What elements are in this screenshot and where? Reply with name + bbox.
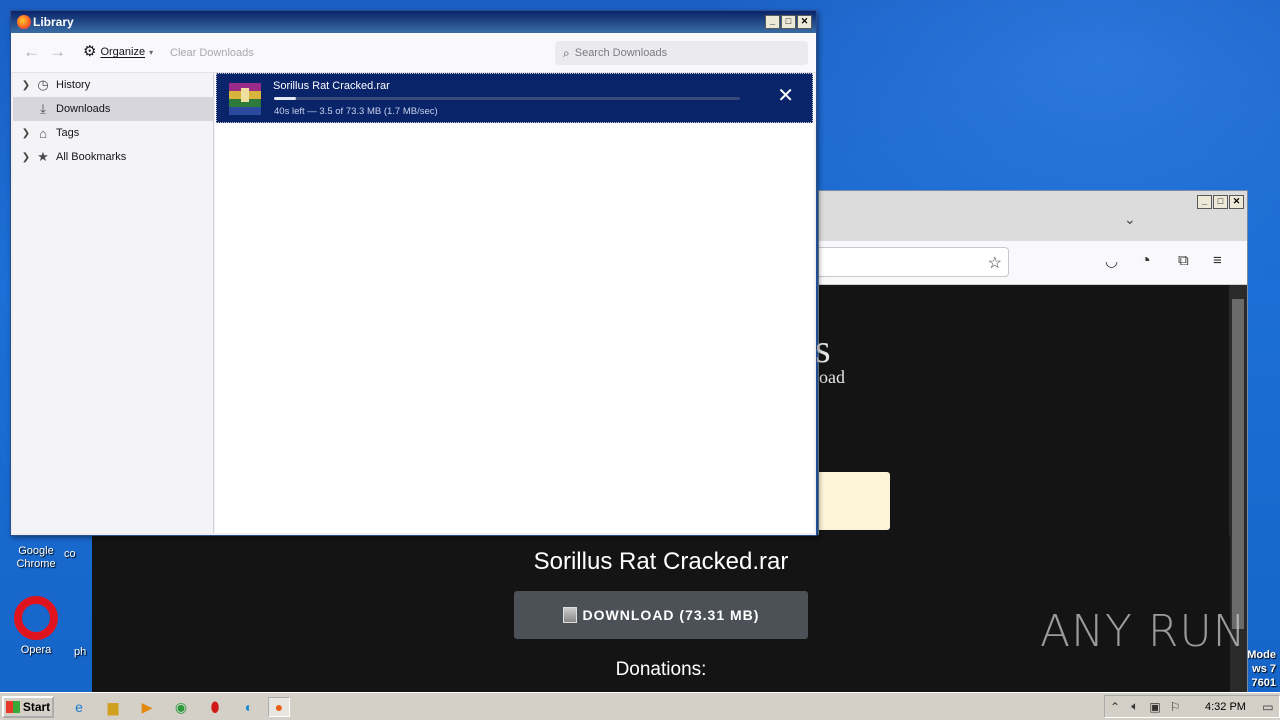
- clock-icon: ◷: [37, 77, 49, 92]
- back-arrow-icon[interactable]: ←: [23, 42, 40, 62]
- page-button-partial[interactable]: [819, 472, 890, 530]
- sidebar-item-label: All Bookmarks: [56, 151, 127, 163]
- desktop-icon-label: ph: [74, 646, 87, 658]
- chevron-down-icon: ▾: [149, 47, 154, 57]
- sidebar-item-label: History: [56, 79, 91, 91]
- start-label: Start: [22, 700, 51, 714]
- desktop-icon-label: Google Chrome: [16, 545, 56, 570]
- sidebar-item-label: Downloads: [56, 103, 111, 115]
- maximize-button[interactable]: □: [781, 15, 796, 29]
- gear-icon: ⚙: [83, 43, 97, 60]
- search-box[interactable]: ⌕: [555, 41, 808, 65]
- window-controls: _ □ ✕: [1197, 195, 1244, 209]
- folder-icon[interactable]: ▆: [102, 697, 124, 717]
- start-button[interactable]: Start: [2, 696, 54, 718]
- download-button[interactable]: DOWNLOAD (73.31 MB): [514, 591, 808, 639]
- organize-label: Organize: [100, 46, 146, 58]
- download-filename: Sorillus Rat Cracked.rar: [273, 80, 390, 92]
- desktop-icon-partial[interactable]: ph: [74, 646, 94, 659]
- expand-chevron-icon[interactable]: ❯: [18, 80, 34, 91]
- close-button[interactable]: ✕: [797, 15, 812, 29]
- sidebar-item-label: Tags: [56, 127, 80, 139]
- chevron-up-icon[interactable]: ⌃: [1105, 700, 1125, 714]
- close-button[interactable]: ✕: [1229, 195, 1244, 209]
- tag-icon: ⌂: [39, 125, 47, 141]
- library-body: ❯ ◷ History ⤓ Downloads ❯ ⌂ Tags ❯ ★ All…: [11, 73, 816, 535]
- library-window[interactable]: Library _ □ ✕ ← → ⚙ Organize ▾ Clear Dow…: [10, 10, 817, 536]
- taskbar: Start e ▆ ▶ ◉ ⬮ ◐ ● ⌃ 🔈︎ ▣ ⚐ 4:32 PM ▭: [0, 692, 1280, 720]
- organize-button[interactable]: ⚙ Organize ▾: [83, 43, 154, 60]
- sidebar-item-all-bookmarks[interactable]: ❯ ★ All Bookmarks: [13, 145, 213, 169]
- minimize-button[interactable]: _: [1197, 195, 1212, 209]
- opera-icon: [14, 596, 58, 640]
- anyrun-watermark: ANY RUN: [1040, 606, 1247, 657]
- clear-downloads-button[interactable]: Clear Downloads: [170, 47, 254, 59]
- download-progress-fill: [274, 97, 297, 100]
- firefox-toolbar: ☆ ◡ ◔ ⧉ ≡: [819, 241, 1247, 285]
- clock[interactable]: 4:32 PM: [1205, 701, 1246, 713]
- url-bar[interactable]: ☆: [819, 247, 1009, 277]
- sidebar-item-tags[interactable]: ❯ ⌂ Tags: [13, 121, 213, 145]
- download-icon: ⤓: [40, 101, 46, 116]
- pocket-icon[interactable]: ◡: [1105, 252, 1118, 270]
- download-button-label: DOWNLOAD (73.31 MB): [582, 607, 760, 623]
- expand-chevron-icon[interactable]: ❯: [18, 152, 34, 163]
- desktop-icon-chrome[interactable]: Google Chrome: [4, 545, 68, 571]
- chevron-down-icon[interactable]: ⌄: [1124, 211, 1136, 228]
- library-toolbar: ← → ⚙ Organize ▾ Clear Downloads ⌕: [11, 33, 816, 73]
- library-title: Library: [33, 15, 74, 29]
- library-sidebar: ❯ ◷ History ⤓ Downloads ❯ ⌂ Tags ❯ ★ All…: [13, 73, 214, 533]
- volume-icon[interactable]: 🔈︎: [1125, 699, 1145, 714]
- sidebar-item-downloads[interactable]: ⤓ Downloads: [13, 97, 213, 121]
- cancel-download-button[interactable]: ✕: [777, 86, 794, 106]
- forward-arrow-icon[interactable]: →: [49, 42, 66, 62]
- desktop-icon-label: Opera: [20, 644, 52, 656]
- downloads-list: Sorillus Rat Cracked.rar 40s left — 3.5 …: [215, 73, 814, 533]
- page-filename: Sorillus Rat Cracked.rar: [533, 548, 789, 575]
- star-icon: ★: [37, 149, 49, 164]
- page-heading-partial: s: [815, 326, 831, 371]
- flag-icon[interactable]: ⚐: [1165, 700, 1185, 714]
- search-input[interactable]: [574, 47, 795, 59]
- extensions-icon[interactable]: ⧉: [1178, 252, 1189, 269]
- download-progress-bar: [274, 97, 740, 100]
- menu-icon[interactable]: ≡: [1213, 252, 1222, 269]
- network-icon[interactable]: ▣: [1145, 700, 1165, 714]
- maximize-button[interactable]: □: [1213, 195, 1228, 209]
- chrome-icon[interactable]: ◉: [170, 697, 192, 717]
- internet-explorer-icon[interactable]: e: [68, 697, 90, 717]
- file-icon: [562, 607, 577, 623]
- download-status: 40s left — 3.5 of 73.3 MB (1.7 MB/sec): [274, 106, 438, 117]
- windows-logo-icon: [5, 701, 20, 713]
- media-player-icon[interactable]: ▶: [136, 697, 158, 717]
- system-tray: ⌃ 🔈︎ ▣ ⚐ 4:32 PM ▭: [1104, 695, 1280, 718]
- firefox-titlebar[interactable]: ⌄ _ □ ✕: [819, 191, 1247, 241]
- expand-chevron-icon[interactable]: ❯: [18, 128, 34, 139]
- minimize-button[interactable]: _: [765, 15, 780, 29]
- sidebar-item-history[interactable]: ❯ ◷ History: [13, 73, 213, 97]
- firefox-logo-icon: [17, 15, 31, 29]
- download-item[interactable]: Sorillus Rat Cracked.rar 40s left — 3.5 …: [216, 73, 813, 123]
- page-subheading-partial: oad: [819, 367, 845, 387]
- show-desktop-icon[interactable]: ▭: [1258, 700, 1278, 714]
- search-icon: ⌕: [563, 45, 570, 60]
- desktop-icon-opera[interactable]: Opera: [4, 596, 68, 657]
- scrollbar-thumb[interactable]: [1232, 299, 1244, 629]
- winrar-archive-icon: [229, 83, 261, 115]
- window-controls: _ □ ✕: [765, 15, 812, 29]
- downloads-progress-icon[interactable]: ◔: [1140, 250, 1151, 271]
- donations-heading: Donations:: [615, 659, 707, 680]
- edge-icon[interactable]: ◐: [238, 697, 260, 717]
- star-icon[interactable]: ☆: [988, 253, 1002, 273]
- library-titlebar[interactable]: Library _ □ ✕: [11, 11, 816, 33]
- desktop-icon-label: co: [64, 548, 76, 560]
- firefox-icon[interactable]: ●: [268, 697, 290, 717]
- opera-icon[interactable]: ⬮: [204, 697, 226, 717]
- desktop-icon-partial[interactable]: co: [64, 548, 94, 561]
